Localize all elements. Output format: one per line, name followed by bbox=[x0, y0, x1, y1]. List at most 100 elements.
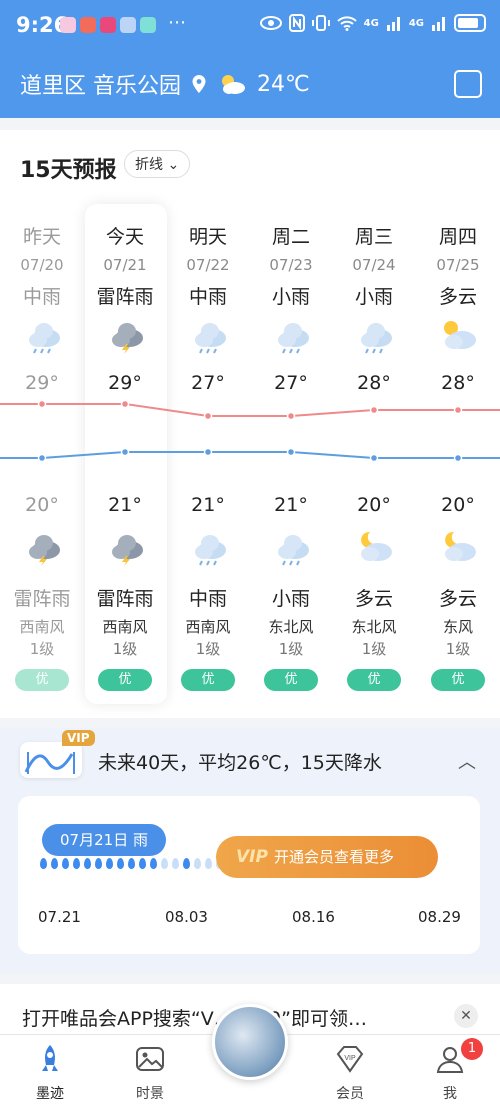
close-icon[interactable]: ✕ bbox=[454, 1004, 478, 1028]
rain-icon bbox=[195, 535, 226, 566]
rain-drop-icon bbox=[172, 858, 179, 869]
aqi-badge: 优 bbox=[181, 669, 235, 691]
rain-drop-icon bbox=[40, 858, 47, 869]
nav-item-moji[interactable]: 墨迹 bbox=[20, 1043, 80, 1103]
rain-drop-icon bbox=[194, 858, 201, 869]
vibrate-icon bbox=[311, 15, 330, 31]
wind-direction: 西南风 bbox=[102, 618, 148, 636]
date-label: 07.21 bbox=[38, 908, 81, 926]
high-temp-point bbox=[120, 399, 130, 409]
cloudy-night-icon bbox=[445, 531, 476, 561]
wifi-icon bbox=[336, 16, 357, 31]
vip-tag: VIP bbox=[62, 730, 95, 746]
day-condition: 多云 bbox=[438, 286, 477, 308]
thunder-icon bbox=[112, 535, 143, 566]
rain-drop-icon bbox=[161, 858, 168, 869]
wind-level: 1级 bbox=[278, 640, 304, 658]
rain-icon bbox=[195, 323, 226, 354]
forty-day-icon bbox=[20, 742, 82, 778]
rain-drop-icon bbox=[128, 858, 135, 869]
wind-level: 1级 bbox=[195, 640, 221, 658]
ad-text[interactable]: 打开唯品会APP搜索“V…2020”即可领… bbox=[22, 1004, 367, 1031]
low-temperature: 20° bbox=[25, 494, 59, 516]
thunder-icon bbox=[29, 535, 60, 566]
nav-label: 我 bbox=[443, 1086, 457, 1102]
svg-text:VIP: VIP bbox=[344, 1055, 356, 1062]
wind-direction: 东北风 bbox=[351, 618, 397, 636]
day-name: 今天 bbox=[105, 226, 144, 248]
high-temp-point bbox=[453, 405, 463, 415]
day-date: 07/20 bbox=[20, 256, 64, 274]
temperature-curve bbox=[0, 399, 500, 463]
day-date: 07/23 bbox=[269, 256, 313, 274]
forecast-title: 15天预报 bbox=[20, 158, 117, 183]
aqi-badge: 优 bbox=[264, 669, 318, 691]
live-scene-button[interactable] bbox=[212, 1004, 288, 1080]
low-temp-point bbox=[453, 453, 463, 463]
nav-item-shijing[interactable]: 时景 bbox=[120, 1043, 180, 1103]
wind-direction: 东风 bbox=[442, 618, 473, 636]
wind-level: 1级 bbox=[112, 640, 138, 658]
location-name[interactable]: 道里区 音乐公园 bbox=[20, 68, 181, 100]
view-mode-dropdown[interactable]: 折线 ⌄ bbox=[124, 150, 191, 178]
eye-icon bbox=[259, 16, 282, 30]
vip-button-prefix: VIP bbox=[236, 847, 268, 867]
day-name: 昨天 bbox=[22, 226, 61, 248]
status-bar: 9:26 ⋯ 4G 4G bbox=[0, 0, 500, 52]
wind-level: 1级 bbox=[445, 640, 471, 658]
rain-drop-icon bbox=[183, 858, 190, 869]
picture-icon bbox=[136, 1047, 164, 1071]
day-name: 明天 bbox=[188, 226, 227, 248]
date-label: 08.03 bbox=[165, 908, 208, 926]
rain-icon bbox=[278, 323, 309, 354]
notification-app-icon bbox=[80, 17, 96, 33]
night-condition: 雷阵雨 bbox=[13, 588, 71, 610]
day-condition: 小雨 bbox=[271, 286, 310, 308]
share-icon[interactable] bbox=[454, 70, 482, 98]
rain-icon bbox=[361, 323, 392, 354]
sun-cloud-icon bbox=[444, 321, 476, 349]
notification-icons bbox=[60, 17, 156, 33]
wind-direction: 西南风 bbox=[19, 618, 65, 636]
rain-drop-icon bbox=[84, 858, 91, 869]
nfc-icon bbox=[288, 14, 305, 32]
night-condition: 雷阵雨 bbox=[96, 588, 154, 610]
wind-direction: 东北风 bbox=[268, 618, 314, 636]
day-condition: 小雨 bbox=[354, 286, 393, 308]
nav-item-vip[interactable]: VIP 会员 bbox=[320, 1043, 380, 1103]
notification-app-icon bbox=[140, 17, 156, 33]
partly-cloudy-icon bbox=[222, 75, 245, 94]
forty-day-section: VIP 未来40天，平均26℃，15天降水 ︿ 07月21日 雨 VIP 开通会员… bbox=[0, 728, 500, 974]
rain-icon bbox=[29, 323, 60, 354]
location-row[interactable]: 道里区 音乐公园 24℃ bbox=[20, 68, 310, 100]
low-temperature: 21° bbox=[274, 494, 308, 516]
chevron-up-icon[interactable]: ︿ bbox=[458, 748, 476, 774]
day-date: 07/24 bbox=[352, 256, 396, 274]
system-icons: 4G 4G bbox=[259, 14, 486, 32]
thunder-icon bbox=[112, 323, 143, 354]
low-temperature: 20° bbox=[441, 494, 475, 516]
day-condition: 中雨 bbox=[22, 286, 61, 308]
nav-label: 时景 bbox=[136, 1086, 164, 1102]
low-temp-point bbox=[120, 447, 130, 457]
current-temperature: 24℃ bbox=[257, 71, 310, 97]
day-date: 07/25 bbox=[436, 256, 480, 274]
vip-diamond-icon: VIP bbox=[336, 1046, 364, 1073]
rain-drop-icon bbox=[117, 858, 124, 869]
location-pin-icon bbox=[192, 75, 206, 93]
day-date: 07/21 bbox=[103, 256, 147, 274]
rain-drop-icon bbox=[95, 858, 102, 869]
chevron-down-icon: ⌄ bbox=[167, 157, 180, 173]
app-header: 9:26 ⋯ 4G 4G 道里区 音乐公园 24℃ bbox=[0, 0, 500, 118]
night-condition: 中雨 bbox=[188, 588, 227, 610]
night-condition: 多云 bbox=[438, 588, 477, 610]
open-vip-button[interactable]: VIP 开通会员查看更多 bbox=[216, 836, 438, 878]
wind-level: 1级 bbox=[29, 640, 55, 658]
aqi-badge: 优 bbox=[98, 669, 152, 691]
low-temp-point bbox=[286, 447, 296, 457]
nav-label: 墨迹 bbox=[36, 1086, 64, 1102]
low-temp-point bbox=[203, 447, 213, 457]
day-date: 07/22 bbox=[186, 256, 230, 274]
day-name: 周三 bbox=[354, 226, 393, 248]
date-bubble: 07月21日 雨 bbox=[42, 824, 166, 856]
